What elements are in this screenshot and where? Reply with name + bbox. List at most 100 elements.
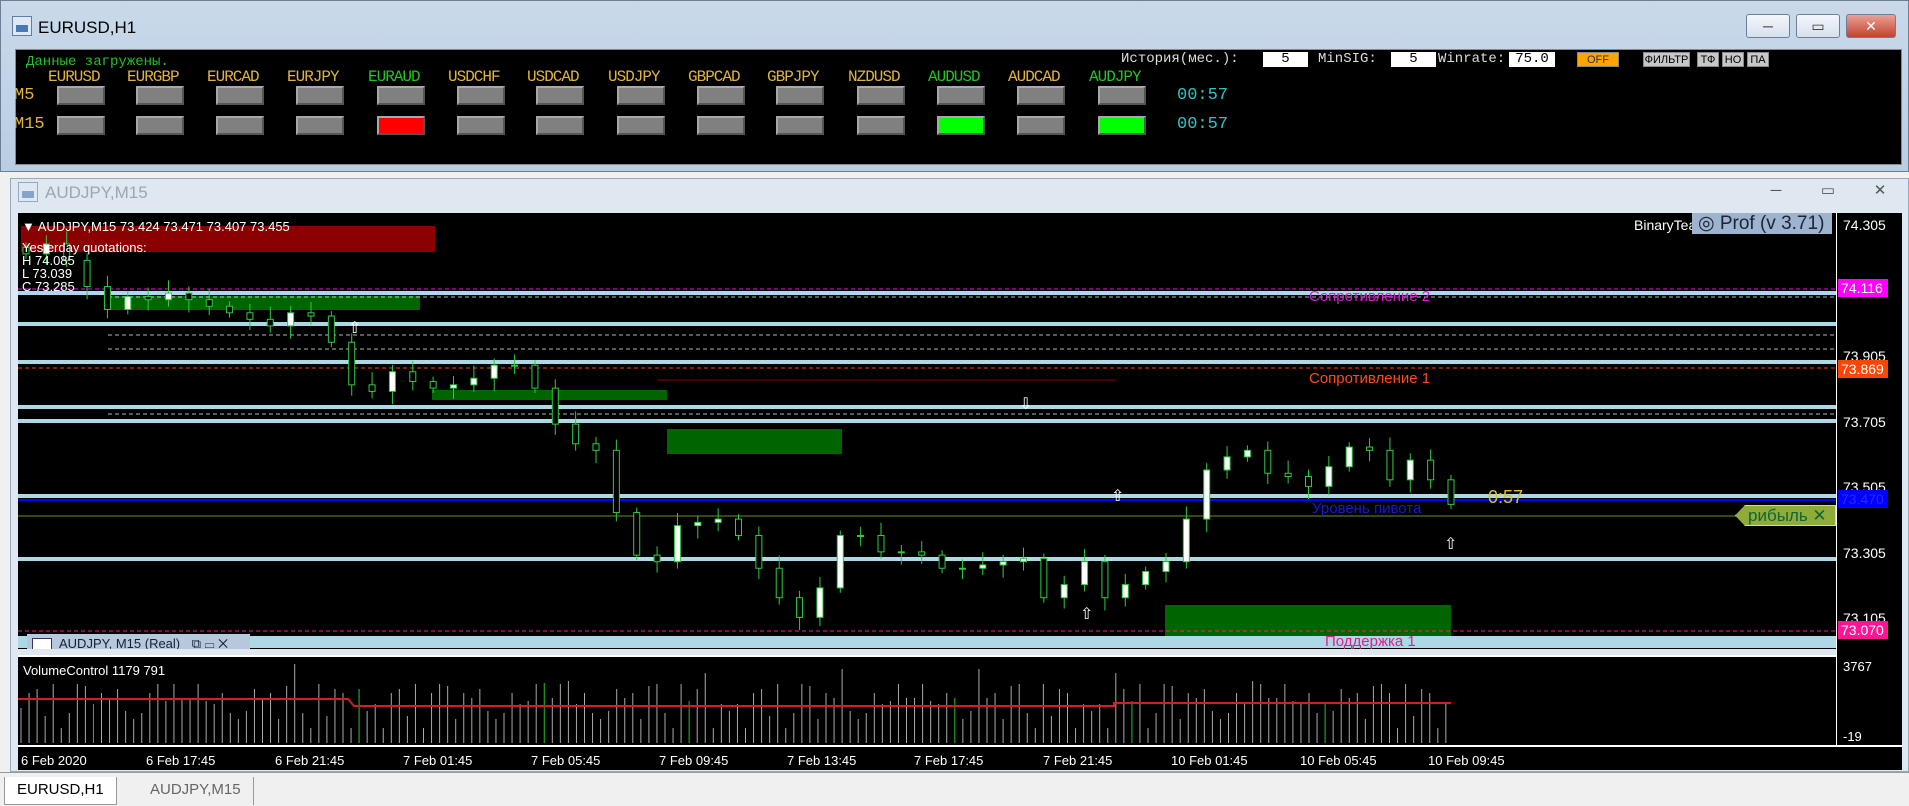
pair-label: EURAUD — [368, 68, 421, 86]
tf-button[interactable]: ТФ — [1697, 52, 1719, 67]
candle-body — [673, 525, 681, 563]
time-tick: 7 Feb 13:45 — [787, 753, 857, 768]
timer-m5: 00:57 — [1177, 86, 1229, 105]
maximize-button[interactable]: ▭ — [1808, 181, 1848, 203]
signal-box-m15-gbpjpy[interactable] — [776, 116, 824, 135]
tab-audjpy-m15[interactable]: AUDJPY,M15 — [138, 777, 254, 805]
signal-box-m15-eurgbp[interactable] — [136, 116, 184, 135]
pair-label: EURUSD — [48, 68, 101, 86]
candle-body — [1305, 476, 1312, 487]
signal-box-m5-usdcad[interactable] — [536, 86, 584, 105]
mini-toolbar[interactable]: AUDJPY, M15 (Real) ⧉ ▭ ✕ — [27, 634, 250, 649]
candle-body — [1203, 469, 1211, 520]
candle-body — [1020, 557, 1027, 563]
signal-box-m15-nzdusd[interactable] — [857, 116, 905, 135]
candle-body — [1182, 518, 1190, 563]
minsig-input[interactable]: 5 — [1391, 52, 1436, 67]
filter-button[interactable]: ФИЛЬТР — [1643, 52, 1690, 67]
signal-box-m5-eurusd[interactable] — [57, 86, 105, 105]
minimize-button[interactable]: ─ — [1746, 14, 1790, 38]
signal-box-m5-eurgbp[interactable] — [136, 86, 184, 105]
signal-panel: Данные загружены. История(мес.): 5 MinSI… — [14, 49, 1902, 165]
signal-box-m5-audjpy[interactable] — [1098, 86, 1146, 105]
candle-body — [429, 381, 437, 389]
candle-body — [531, 364, 539, 389]
signal-box-m5-gbpcad[interactable] — [697, 86, 745, 105]
time-tick: 10 Feb 05:45 — [1300, 753, 1377, 768]
candle-body — [1162, 561, 1170, 573]
signal-box-m5-audusd[interactable] — [937, 86, 985, 105]
volume-max-label: 3767 — [1843, 659, 1872, 674]
level-line — [18, 360, 1836, 364]
restore-icon[interactable]: ⧉ ▭ ✕ — [192, 636, 228, 649]
candle-body — [388, 371, 396, 392]
signal-box-m5-eurjpy[interactable] — [296, 86, 344, 105]
price-tag: 73.070 — [1838, 621, 1888, 640]
candle-body — [796, 597, 804, 618]
signal-box-m5-usdchf[interactable] — [457, 86, 505, 105]
price-tag: 73.470 — [1838, 490, 1888, 509]
history-input[interactable]: 5 — [1263, 52, 1308, 67]
candle-body — [572, 423, 580, 445]
signal-box-m15-eurusd[interactable] — [57, 116, 105, 135]
close-icon[interactable]: ✕ — [1812, 506, 1826, 525]
pa-button[interactable]: ПА — [1747, 52, 1769, 67]
candle-body — [246, 312, 254, 320]
yesterday-close: C 73.285 — [22, 279, 75, 294]
winrate-input[interactable]: 75.0 — [1509, 52, 1555, 67]
price-chart[interactable]: ⇧ ⇧ ⇩ ⇧ ⇧ ▼ AUDJPY,M15 73.424 73.471 73.407 … — [18, 213, 1836, 649]
volume-layer — [18, 664, 1451, 743]
signal-box-m5-eurcad[interactable] — [216, 86, 264, 105]
signal-box-m15-euraud[interactable] — [377, 116, 425, 135]
candle-body — [144, 295, 152, 301]
pair-label: AUDJPY — [1089, 68, 1142, 86]
chart-tabs: EURUSD,H1 AUDJPY,M15 — [0, 772, 1909, 806]
candle-body — [938, 554, 946, 569]
pair-label: GBPCAD — [688, 68, 741, 86]
pair-label: USDCAD — [527, 68, 580, 86]
signal-box-m5-nzdusd[interactable] — [857, 86, 905, 105]
time-tick: 6 Feb 21:45 — [275, 753, 345, 768]
arrow-signal-icon: ⇧ — [348, 320, 361, 337]
brand-version: Prof (v 3.71) — [1719, 213, 1825, 234]
candle-body — [511, 364, 519, 367]
time-tick: 10 Feb 01:45 — [1171, 753, 1248, 768]
tab-eurusd-h1[interactable]: EURUSD,H1 — [4, 777, 117, 805]
candle-body — [327, 315, 335, 343]
brand-label: BinaryTea — [1634, 217, 1697, 233]
level-line — [18, 291, 1836, 295]
candle-body — [1081, 561, 1089, 586]
signal-box-m5-euraud[interactable] — [377, 86, 425, 105]
pair-label: EURGBP — [127, 68, 180, 86]
signal-box-m15-usdjpy[interactable] — [617, 116, 665, 135]
resistance-1-label: Сопротивление 1 — [1309, 370, 1431, 387]
candle-body — [775, 567, 783, 599]
signal-box-m15-eurcad[interactable] — [216, 116, 264, 135]
maximize-button[interactable]: ▭ — [1796, 14, 1840, 38]
price-tick: 73.305 — [1843, 544, 1886, 561]
signal-box-m5-usdjpy[interactable] — [617, 86, 665, 105]
candle-body — [1243, 449, 1251, 458]
off-button[interactable]: OFF — [1577, 52, 1619, 67]
volume-min-label: -19 — [1843, 729, 1862, 744]
signal-box-m15-usdchf[interactable] — [457, 116, 505, 135]
level-line — [18, 494, 1836, 498]
signal-box-m15-audjpy[interactable] — [1098, 116, 1146, 135]
time-tick: 7 Feb 17:45 — [914, 753, 984, 768]
window-title: EURUSD,H1 — [38, 18, 137, 37]
price-tick: 73.705 — [1843, 413, 1886, 430]
close-button[interactable]: ✕ — [1860, 181, 1900, 203]
signal-box-m15-eurjpy[interactable] — [296, 116, 344, 135]
signal-box-m15-usdcad[interactable] — [536, 116, 584, 135]
no-button[interactable]: НО — [1722, 52, 1744, 67]
signal-box-m5-audcad[interactable] — [1017, 86, 1065, 105]
profit-tag[interactable]: рибыль ✕ — [1735, 505, 1836, 526]
signal-box-m15-audusd[interactable] — [937, 116, 985, 135]
level-line — [18, 405, 1836, 409]
signal-box-m15-audcad[interactable] — [1017, 116, 1065, 135]
signal-box-m15-gbpcad[interactable] — [697, 116, 745, 135]
minimize-button[interactable]: ─ — [1756, 181, 1796, 203]
signal-box-m5-gbpjpy[interactable] — [776, 86, 824, 105]
close-button[interactable]: ✕ — [1846, 14, 1896, 38]
pair-label: AUDCAD — [1008, 68, 1061, 86]
